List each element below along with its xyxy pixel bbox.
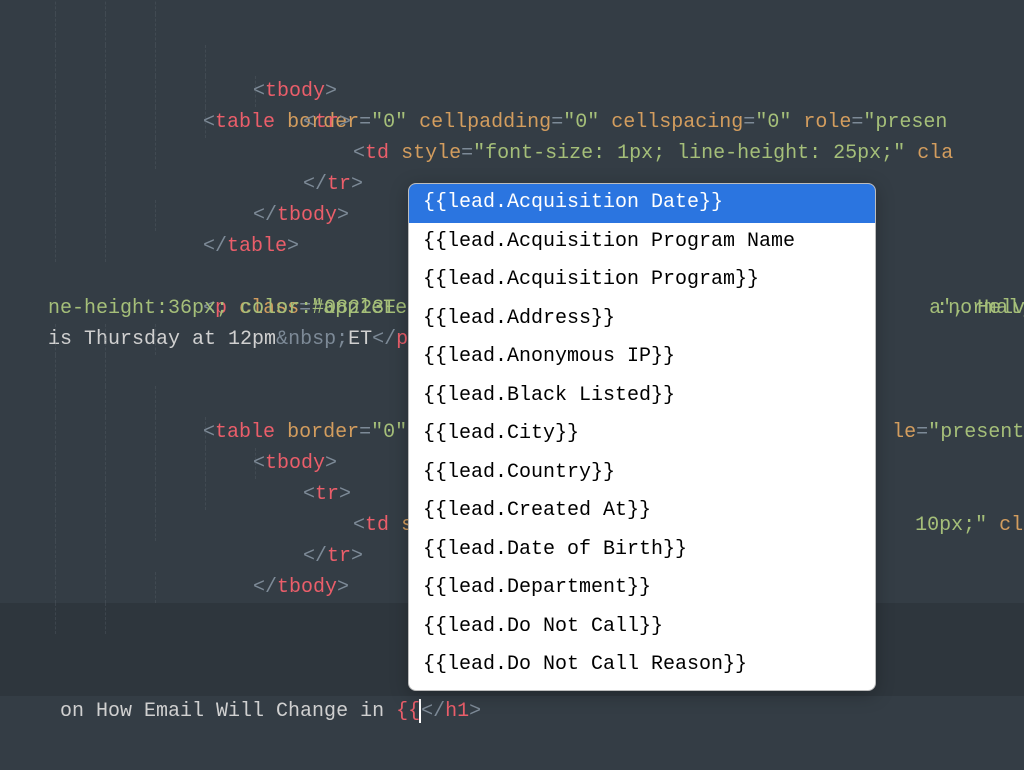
autocomplete-item[interactable]: {{lead.Anonymous IP}} — [409, 338, 875, 377]
text-content: on How Email Will Change in — [48, 700, 396, 723]
autocomplete-item[interactable]: {{lead.Address}} — [409, 300, 875, 339]
autocomplete-item[interactable]: {{lead.Created At}} — [409, 492, 875, 531]
autocomplete-item[interactable]: {{lead.Acquisition Program}} — [409, 261, 875, 300]
autocomplete-item[interactable]: {{lead.Acquisition Date}} — [409, 184, 875, 223]
autocomplete-item[interactable]: {{lead.Do Not Call}} — [409, 608, 875, 647]
template-placeholder: {{ — [396, 700, 420, 723]
autocomplete-popup[interactable]: {{lead.Acquisition Date}} {{lead.Acquisi… — [408, 183, 876, 691]
autocomplete-item[interactable]: {{lead.Date of Birth}} — [409, 531, 875, 570]
autocomplete-item[interactable]: {{lead.City}} — [409, 415, 875, 454]
autocomplete-item[interactable]: {{lead.Black Listed}} — [409, 377, 875, 416]
autocomplete-item[interactable]: {{lead.Country}} — [409, 454, 875, 493]
tag-h1-close: h1 — [445, 700, 469, 723]
autocomplete-item[interactable]: {{lead.Do Not Call Reason}} — [409, 646, 875, 685]
autocomplete-item[interactable]: {{lead.Department}} — [409, 569, 875, 608]
autocomplete-item[interactable]: {{lead.Acquisition Program Name — [409, 223, 875, 262]
